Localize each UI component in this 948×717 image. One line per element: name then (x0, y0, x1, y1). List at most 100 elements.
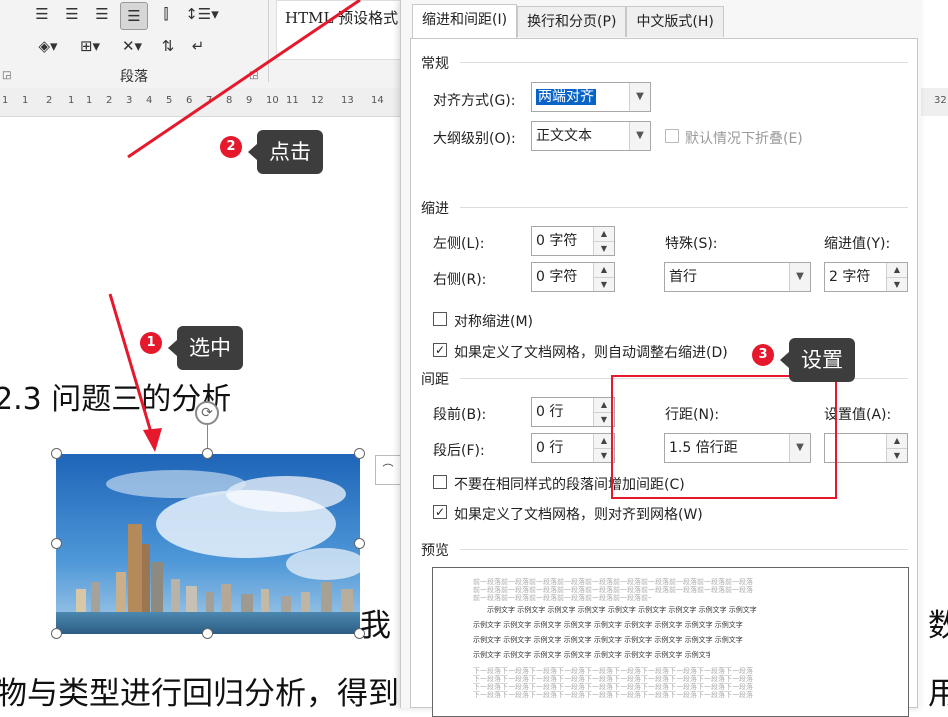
tab-indents-spacing[interactable]: 缩进和间距(I) (412, 4, 518, 39)
spin-up-icon[interactable]: ▲ (594, 227, 614, 242)
preview-next-paragraph: 下一段落下一段落下一段落下一段落下一段落下一段落下一段落下一段落下一段落下一段落 (473, 667, 753, 675)
no-space-checkbox[interactable] (433, 475, 447, 489)
body-text-fragment: 数 (928, 608, 948, 644)
general-section-title: 常规 (421, 56, 449, 72)
preview-sample-paragraph: 示例文字 示例文字 示例文字 示例文字 示例文字 示例文字 示例文字 示例文字 … (487, 606, 757, 614)
spin-down-icon[interactable]: ▼ (594, 242, 614, 256)
auto-adjust-label: 如果定义了文档网格，则自动调整右缩进(D) (454, 345, 728, 361)
section-divider (460, 549, 908, 550)
spin-down-icon[interactable]: ▼ (887, 278, 907, 292)
resize-handle[interactable] (202, 448, 213, 459)
style-gallery[interactable]: HTML 预设格式 (276, 0, 410, 60)
resize-handle[interactable] (354, 538, 365, 549)
preview-sample-paragraph: 示例文字 示例文字 示例文字 示例文字 示例文字 示例文字 示例文字 示例文字 … (473, 651, 710, 659)
asian-layout-icon[interactable]: ✕▾ (114, 34, 150, 58)
section-divider (460, 207, 908, 208)
align-left-icon[interactable]: ☰ (30, 2, 54, 26)
line-spacing-icon[interactable]: ↕☰▾ (184, 2, 220, 26)
spin-up-icon[interactable]: ▲ (887, 434, 907, 449)
auto-adjust-checkbox[interactable]: ✓ (433, 343, 447, 357)
resize-handle[interactable] (51, 538, 62, 549)
preview-sample-paragraph: 示例文字 示例文字 示例文字 示例文字 示例文字 示例文字 示例文字 示例文字 … (473, 621, 743, 629)
collapse-checkbox[interactable] (665, 129, 679, 143)
step-callout-set: 设置 (780, 338, 855, 382)
outline-level-value: 正文文本 (536, 128, 592, 144)
spacing-before-value: 0 行 (536, 404, 564, 420)
layout-options-icon[interactable]: ⌒ (375, 455, 401, 485)
style-preview-text: HTML 预设格式 (285, 9, 399, 27)
mirror-indents-label: 对称缩进(M) (454, 314, 534, 330)
spacing-after-label: 段后(F): (433, 443, 485, 459)
step-badge-2: 2 (220, 136, 242, 158)
spin-up-icon[interactable]: ▲ (594, 263, 614, 278)
preview-previous-paragraph: 前一段落前一段落前一段落前一段落前一段落前一段落前一段落前一段落前一段落前一段落 (473, 586, 753, 594)
resize-handle[interactable] (202, 628, 213, 639)
selected-picture[interactable] (56, 454, 360, 634)
launcher-icon[interactable]: ◲ (2, 70, 11, 81)
preview-next-paragraph: 下一段落下一段落下一段落下一段落下一段落下一段落下一段落下一段落下一段落下一段落 (473, 683, 753, 691)
spin-down-icon[interactable]: ▼ (887, 449, 907, 463)
step-badge-1: 1 (140, 332, 162, 354)
right-indent-label: 右侧(R): (433, 272, 487, 288)
spacing-before-label: 段前(B): (433, 407, 487, 423)
right-indent-value: 0 字符 (536, 269, 578, 285)
ruler-tick: 2 (106, 95, 113, 106)
body-text-line: 物与类型进行回归分析，得到 (0, 676, 399, 712)
align-right-icon[interactable]: ☰ (90, 2, 114, 26)
snap-grid-label: 如果定义了文档网格，则对齐到网格(W) (454, 507, 703, 523)
special-indent-dropdown[interactable]: 首行 ▼ (664, 262, 811, 292)
step-callout-click: 点击 (248, 130, 323, 174)
spin-up-icon[interactable]: ▲ (887, 263, 907, 278)
city-skyline-image (56, 454, 360, 634)
right-indent-spinner[interactable]: 0 字符 ▲ ▼ (531, 262, 615, 292)
snap-grid-checkbox[interactable]: ✓ (433, 505, 447, 519)
ruler-tick: 11 (286, 95, 299, 106)
outline-level-dropdown[interactable]: 正文文本 ▼ (531, 121, 651, 151)
ruler-tick: 32 (934, 95, 947, 106)
chevron-down-icon[interactable]: ▼ (789, 263, 810, 291)
spacing-after-value: 0 行 (536, 440, 564, 456)
left-indent-label: 左侧(L): (433, 236, 485, 252)
special-indent-value: 首行 (669, 269, 697, 285)
chevron-down-icon[interactable]: ▼ (629, 122, 650, 150)
ruler-tick: 4 (146, 95, 153, 106)
shading-icon[interactable]: ◈▾ (30, 34, 66, 58)
paragraph-launcher-icon[interactable]: ◲ (249, 70, 258, 81)
align-center-icon[interactable]: ☰ (60, 2, 84, 26)
ruler-tick: 2 (46, 95, 53, 106)
resize-handle[interactable] (354, 448, 365, 459)
ruler-tick: 14 (371, 95, 384, 106)
preview-previous-paragraph: 前一段落前一段落前一段落前一段落前一段落前一段落前一段落前一段落前一段落前一段落 (473, 594, 651, 602)
preview-next-paragraph: 下一段落下一段落下一段落下一段落下一段落下一段落下一段落下一段落下一段落下一段落 (473, 691, 753, 699)
ruler-tick: 13 (341, 95, 354, 106)
resize-handle[interactable] (51, 448, 62, 459)
ruler-tick: 12 (311, 95, 324, 106)
distributed-icon[interactable]: ⫿ (154, 2, 178, 26)
rotate-handle-icon[interactable]: ⟳ (195, 401, 219, 425)
horizontal-ruler[interactable]: 1 1 2 1 1 2 3 4 5 6 7 8 9 10 11 12 13 14 (0, 88, 410, 117)
show-marks-icon[interactable]: ↵ (186, 34, 210, 58)
resize-handle[interactable] (51, 628, 62, 639)
preview-sample-paragraph: 示例文字 示例文字 示例文字 示例文字 示例文字 示例文字 示例文字 示例文字 … (473, 636, 743, 644)
alignment-label: 对齐方式(G): (433, 93, 516, 109)
step-badge-3: 3 (752, 344, 774, 366)
indent-by-spinner[interactable]: 2 字符 ▲ ▼ (824, 262, 908, 292)
ruler-tick: 6 (186, 95, 193, 106)
borders-icon[interactable]: ⊞▾ (72, 34, 108, 58)
tab-line-page-breaks[interactable]: 换行和分页(P) (517, 6, 627, 37)
ruler-tick: 1 (86, 95, 93, 106)
alignment-dropdown[interactable]: 两端对齐 ▼ (531, 82, 651, 112)
ruler-tick: 3 (126, 95, 133, 106)
spacing-after-spinner[interactable]: 0 行 ▲ ▼ (531, 433, 615, 463)
spacing-before-spinner[interactable]: 0 行 ▲ ▼ (531, 397, 615, 427)
spin-down-icon[interactable]: ▼ (594, 278, 614, 292)
sort-icon[interactable]: ⇅ (156, 34, 180, 58)
mirror-indents-checkbox[interactable] (433, 312, 447, 326)
ribbon-paragraph-group: ☰ ☰ ☰ ☰ ⫿ ↕☰▾ ◈▾ ⊞▾ ✕▾ ⇅ ↵ 段落 ◲ ◲ HTML 预… (0, 0, 410, 89)
ruler-tick: 10 (266, 95, 279, 106)
left-indent-spinner[interactable]: 0 字符 ▲ ▼ (531, 226, 615, 256)
chevron-down-icon[interactable]: ▼ (629, 83, 650, 111)
justify-icon[interactable]: ☰ (120, 2, 148, 30)
tab-asian-typography[interactable]: 中文版式(H) (626, 6, 724, 37)
spacing-section-title: 间距 (421, 372, 449, 388)
